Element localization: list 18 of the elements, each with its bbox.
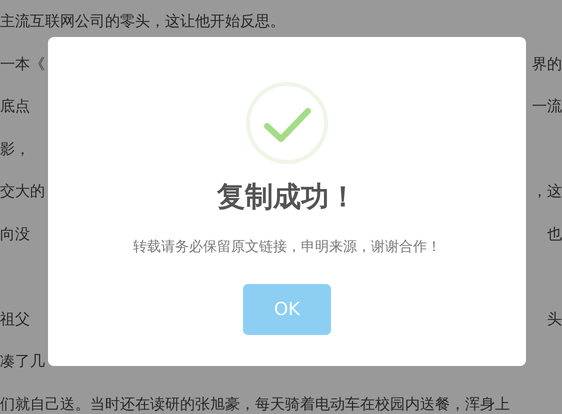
article-text: 一流 xyxy=(532,96,562,117)
article-text: 交大的 xyxy=(0,181,45,202)
article-text: ，这 xyxy=(532,181,562,202)
article-text: 一本《 xyxy=(0,54,45,74)
article-text: 也 xyxy=(547,224,562,244)
article-text: 界的 xyxy=(532,54,562,74)
dialog-title: 复制成功！ xyxy=(217,183,357,211)
article-text: 主流互联网公司的零头，这让他开始反思。 xyxy=(0,11,285,32)
article-text: 影， xyxy=(0,138,30,160)
article-text: 们就自己送。当时还在读研的张旭豪，每天骑着电动车在校园内送餐，浑身上 xyxy=(0,394,510,414)
article-text: 凑了几 xyxy=(0,351,45,372)
dialog-message: 转载请务必保留原文链接，申明来源，谢谢合作！ xyxy=(133,238,441,257)
article-text: 底点 xyxy=(0,96,30,117)
ok-button[interactable]: OK xyxy=(243,284,331,335)
success-check-icon xyxy=(245,81,329,165)
article-text: 祖父 xyxy=(0,308,30,330)
article-text: 向没 xyxy=(0,224,30,244)
article-text: 头 xyxy=(547,308,562,330)
